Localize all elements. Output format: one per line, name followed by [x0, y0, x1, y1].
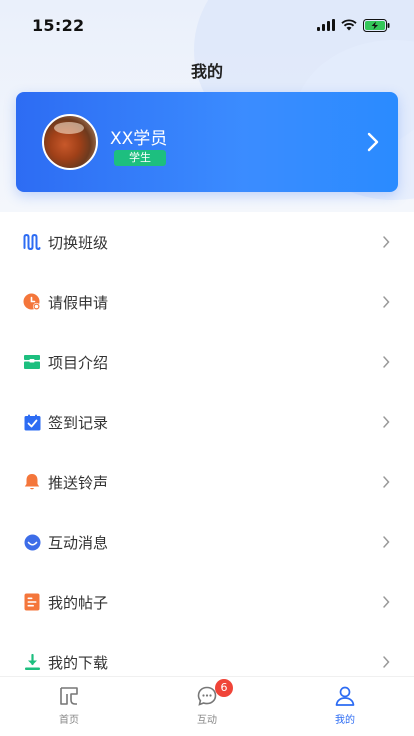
- menu-item-label: 请假申请: [48, 293, 109, 312]
- switch-class-icon: [23, 233, 41, 251]
- tab-bar: 首页 6 互动 我的: [0, 676, 414, 736]
- leave-request-icon: [23, 293, 41, 311]
- page-title: 我的: [190, 62, 223, 81]
- chevron-right-icon: [383, 236, 390, 248]
- home-icon: [60, 687, 78, 705]
- status-icons: [317, 18, 390, 32]
- signal-icon: [317, 19, 335, 31]
- role-badge: 学生: [114, 150, 166, 166]
- menu-item-switch-class[interactable]: 切换班级: [0, 212, 414, 272]
- menu-item-label: 项目介绍: [48, 353, 109, 372]
- project-intro-icon: [23, 353, 41, 371]
- chevron-right-icon: [383, 536, 390, 548]
- menu-item-check-in-record[interactable]: 签到记录: [0, 392, 414, 452]
- chevron-right-icon: [383, 656, 390, 668]
- chevron-right-icon: [383, 296, 390, 308]
- menu-item-push-ringtone[interactable]: 推送铃声: [0, 452, 414, 512]
- user-icon: [335, 686, 355, 706]
- menu-item-label: 签到记录: [48, 413, 109, 432]
- avatar[interactable]: [42, 114, 98, 170]
- tab-mine[interactable]: 我的: [276, 677, 414, 736]
- tab-home[interactable]: 首页: [0, 677, 138, 736]
- notification-badge: 6: [215, 679, 233, 697]
- tab-interact[interactable]: 6 互动: [138, 677, 276, 736]
- tab-mine-label: 我的: [335, 715, 355, 726]
- profile-card[interactable]: XX学员 学生: [16, 92, 398, 192]
- tab-interact-label: 互动: [197, 715, 217, 726]
- status-bar: 15:22: [0, 0, 414, 50]
- menu-item-label: 切换班级: [48, 233, 109, 252]
- user-name: XX学员: [110, 129, 168, 149]
- menu-item-label: 我的帖子: [48, 593, 109, 612]
- chevron-right-icon: [383, 476, 390, 488]
- message-icon: [23, 533, 41, 551]
- tab-home-label: 首页: [59, 715, 79, 726]
- menu-list: 切换班级 请假申请 项目介绍 签到记录 推送铃声 互动消息 我的帖子 我的下载: [0, 212, 414, 692]
- menu-item-project-intro[interactable]: 项目介绍: [0, 332, 414, 392]
- chevron-right-icon: [383, 416, 390, 428]
- menu-item-label: 推送铃声: [48, 473, 109, 492]
- chevron-right-icon[interactable]: [366, 132, 380, 152]
- chevron-right-icon: [383, 596, 390, 608]
- menu-item-label: 互动消息: [48, 533, 109, 552]
- menu-item-label: 我的下载: [48, 653, 109, 672]
- chevron-right-icon: [383, 356, 390, 368]
- posts-icon: [23, 593, 41, 611]
- wifi-icon: [341, 19, 357, 31]
- menu-item-interaction-messages[interactable]: 互动消息: [0, 512, 414, 572]
- menu-item-leave-request[interactable]: 请假申请: [0, 272, 414, 332]
- battery-charging-icon: [363, 18, 390, 32]
- bell-icon: [23, 473, 41, 491]
- check-in-icon: [23, 413, 41, 431]
- menu-item-my-posts[interactable]: 我的帖子: [0, 572, 414, 632]
- status-time: 15:22: [32, 15, 85, 35]
- download-icon: [23, 653, 41, 671]
